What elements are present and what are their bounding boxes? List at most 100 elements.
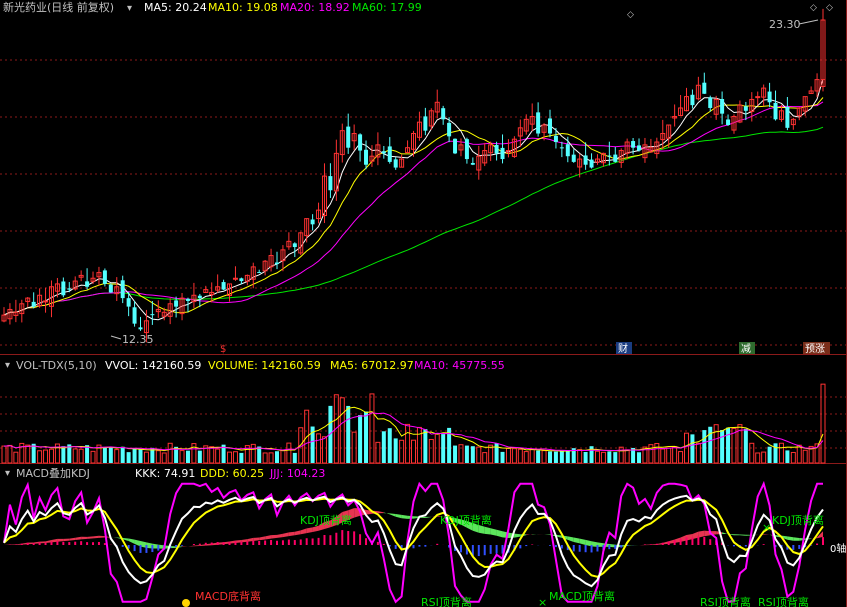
volume-bar-up [339,397,345,464]
volume-bar-down [292,452,297,463]
macd-band-segment [490,528,497,536]
volume-bar-up [678,451,684,464]
candle-body-down [743,106,748,111]
volume-bar-down [364,411,369,463]
candle-body-up [755,96,761,99]
volume-bar-down [607,451,612,463]
volume-bar-up [618,446,624,464]
candle-body-down [108,284,113,293]
volume-bar-up [286,442,292,464]
volume-bar-down [358,415,363,463]
volume-bar-down [239,452,244,463]
candle-body-up [232,277,238,280]
low-price-pointer [110,335,122,340]
cross-marker-2: × [762,521,771,534]
volume-bar-up [405,423,411,464]
collapse-arrow-icon[interactable]: ◇ [627,10,634,20]
volume-dropdown-icon[interactable]: ▾ [5,360,10,371]
volume-bar-down [453,445,458,463]
volume-bar-up [523,451,529,464]
macd-band-segment [787,536,794,541]
macd-band-segment [265,535,272,540]
signal-kdj-top-3: KDJ顶背离 [772,513,824,527]
candle-body-down [631,141,636,148]
candle-body-down [328,176,333,191]
macd-band-segment [389,513,396,517]
macd-band-segment [288,531,295,537]
macd-band-segment [128,538,135,544]
volume-bar-up [209,446,215,464]
candle-body-down [708,97,713,108]
volume-bar-up [369,393,375,464]
candle-body-down [221,282,226,290]
price-header: 新光药业(日线 前复权) ▾ MA5: 20.24 MA10: 19.08 MA… [3,0,833,20]
volume-bar-down [441,434,446,463]
dropdown-icon[interactable]: ▾ [127,3,132,14]
volume-bar-up [232,451,238,464]
volume-bar-up [143,451,149,464]
macd-band-segment [793,537,800,541]
volume-bar-up [13,451,19,464]
ma10-label: MA10: 19.08 [208,1,278,14]
volume-bar-up [250,443,256,464]
signal-kdj-top-2: KDJ顶背离 [440,513,492,527]
macd-dropdown-icon[interactable]: ▾ [5,468,10,479]
volume-bar-up [482,452,488,464]
volume-bar-up [155,450,161,464]
volume-indicator-name[interactable]: VOL-TDX(5,10) [16,359,97,372]
volume-bar-down [690,434,695,463]
volume-bars [1,383,826,464]
candle-body-down [257,272,262,274]
volume-bar-down [102,447,107,463]
volume-bar-up [48,448,54,464]
dividend-marker[interactable]: $ [220,344,226,355]
macd-band-segment [579,538,586,545]
macd-band-segment [277,533,283,538]
candle-body-down [571,154,576,162]
volume-bar-down [381,431,386,463]
macd-band-segment [182,546,188,547]
vvol-label: VVOL: 142160.59 [105,359,201,372]
volume-bar-up [666,447,672,464]
macd-band-segment [383,512,390,515]
macd-band-segment [271,534,277,539]
candle-body-down [702,82,707,94]
high-price-pointer [798,19,819,25]
ma20-label: MA20: 18.92 [280,1,350,14]
candle-body-down [150,314,155,316]
macd-band-segment [395,514,402,519]
candle-body-down [500,147,505,160]
signal-kdj-top-1: KDJ顶背离 [300,513,352,527]
candle-body-down [126,298,131,307]
candle-body-down [310,219,315,225]
kkk-label: KKK: 74.91 [135,467,195,480]
volume-bar-up [78,448,84,464]
macd-band-segment [300,528,307,535]
volume-bar-down [185,450,190,463]
finance-marker[interactable]: 财 [618,342,628,355]
volume-bar-down [773,443,778,463]
window-diamond-icon[interactable]: ◇ [810,3,817,13]
macd-indicator-name[interactable]: MACD叠加KDJ [16,467,90,480]
reduce-marker[interactable]: 减 [741,343,751,355]
stock-chart[interactable]: 新光药业(日线 前复权) ▾ MA5: 20.24 MA10: 19.08 MA… [0,0,847,607]
volume-bar-up [227,451,233,464]
volume-bar-up [268,452,274,464]
volume-bar-down [726,427,731,463]
forecast-marker[interactable]: 预涨 [805,343,825,355]
window-close-diamond-icon[interactable]: ◇ [826,3,833,13]
volume-bar-up [517,448,523,464]
candle-body-down [565,144,570,157]
volume-bar-down [61,446,66,463]
candle-body-down [346,126,351,148]
volume-bar-down [708,426,713,463]
stock-title[interactable]: 新光药业(日线 前复权) [3,0,114,14]
ddd-label: DDD: 60.25 [200,467,264,480]
macd-band-segment [425,516,432,519]
volume-bar-down [257,446,262,463]
macd-band-segment [401,514,408,519]
volume-bar-down [743,428,748,463]
volume-bar-up [43,449,49,464]
volume-bar-up [262,452,268,464]
volume-bar-down [589,446,594,463]
